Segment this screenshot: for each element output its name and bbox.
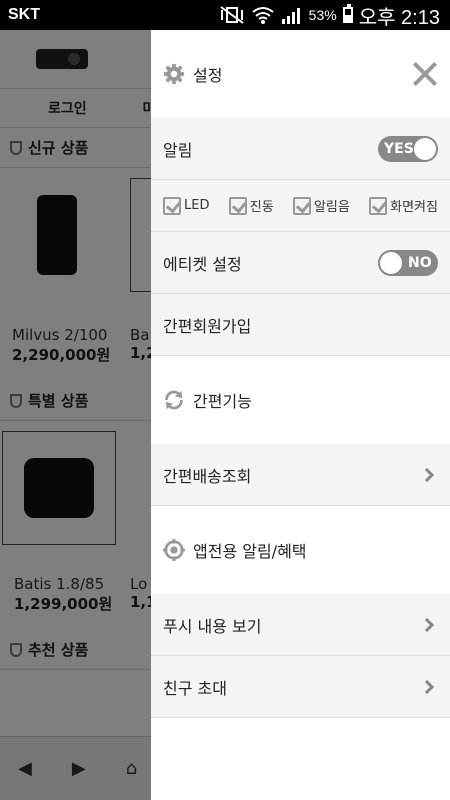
easy-delivery-row[interactable]: 간편배송조회 (151, 444, 450, 506)
toggle-knob (380, 251, 402, 274)
option-label: 알림음 (313, 200, 350, 215)
drawer-header: 설정 (151, 30, 450, 118)
push-view-label: 푸시 내용 보기 (163, 616, 262, 636)
checkbox-checked-icon (369, 196, 388, 215)
etiquette-toggle[interactable]: NO (378, 249, 438, 276)
option-screen-on[interactable]: 화면켜짐 (369, 196, 438, 215)
status-bar: SKT 53% 오후 2:13 (0, 0, 450, 30)
etiquette-row: 에티켓 설정 NO (151, 232, 450, 294)
chevron-right-icon (419, 617, 435, 632)
clock: 오후 2:13 (358, 6, 440, 29)
app-alerts-header: 앱전용 알림/혜택 (151, 506, 450, 594)
invite-friend-row[interactable]: 친구 초대 (151, 656, 450, 718)
easy-signup-label: 간편회원가입 (163, 316, 252, 336)
close-icon[interactable] (412, 61, 438, 87)
toggle-knob (414, 137, 436, 160)
checkbox-checked-icon (292, 196, 311, 215)
settings-drawer: 설정 알림 YES LED 진동 알림음 화면켜짐 에티켓 설정 NO 간편회원… (151, 30, 450, 800)
option-label: 진동 (249, 200, 274, 215)
option-label: 화면켜짐 (390, 200, 438, 215)
checkbox-checked-icon (228, 196, 247, 215)
battery-icon (342, 4, 353, 23)
notification-options-row: LED 진동 알림음 화면켜짐 (151, 180, 450, 232)
notification-row: 알림 YES (151, 118, 450, 180)
notification-options: LED 진동 알림음 화면켜짐 (163, 196, 438, 215)
push-view-row[interactable]: 푸시 내용 보기 (151, 594, 450, 656)
settings-title: 설정 (193, 66, 223, 85)
target-icon (163, 539, 185, 561)
option-vibrate[interactable]: 진동 (228, 196, 274, 215)
wifi-icon (252, 7, 274, 24)
carrier-label: SKT (8, 6, 40, 23)
invite-friend-label: 친구 초대 (163, 678, 227, 698)
checkbox-checked-icon (163, 196, 181, 215)
option-sound[interactable]: 알림음 (292, 196, 350, 215)
chevron-right-icon (419, 467, 435, 482)
etiquette-label: 에티켓 설정 (163, 254, 242, 274)
signal-icon (281, 8, 300, 24)
easy-features-header: 간편기능 (151, 356, 450, 444)
app-alerts-title: 앱전용 알림/혜택 (193, 542, 307, 561)
easy-signup-row[interactable]: 간편회원가입 (151, 294, 450, 356)
notification-toggle[interactable]: YES (378, 135, 438, 162)
gear-icon (163, 63, 185, 85)
option-led[interactable]: LED (163, 196, 209, 215)
easy-features-title: 간편기능 (193, 392, 252, 411)
toggle-label: YES (384, 140, 414, 157)
easy-delivery-label: 간편배송조회 (163, 466, 252, 486)
option-label: LED (184, 198, 210, 213)
chevron-right-icon (419, 679, 435, 694)
status-icons: 53% 오후 2:13 (219, 1, 440, 30)
vibrate-mute-icon (220, 6, 244, 24)
battery-percent: 53% (308, 7, 337, 23)
refresh-icon (165, 390, 183, 410)
notification-label: 알림 (163, 140, 193, 160)
toggle-label: NO (408, 254, 432, 271)
